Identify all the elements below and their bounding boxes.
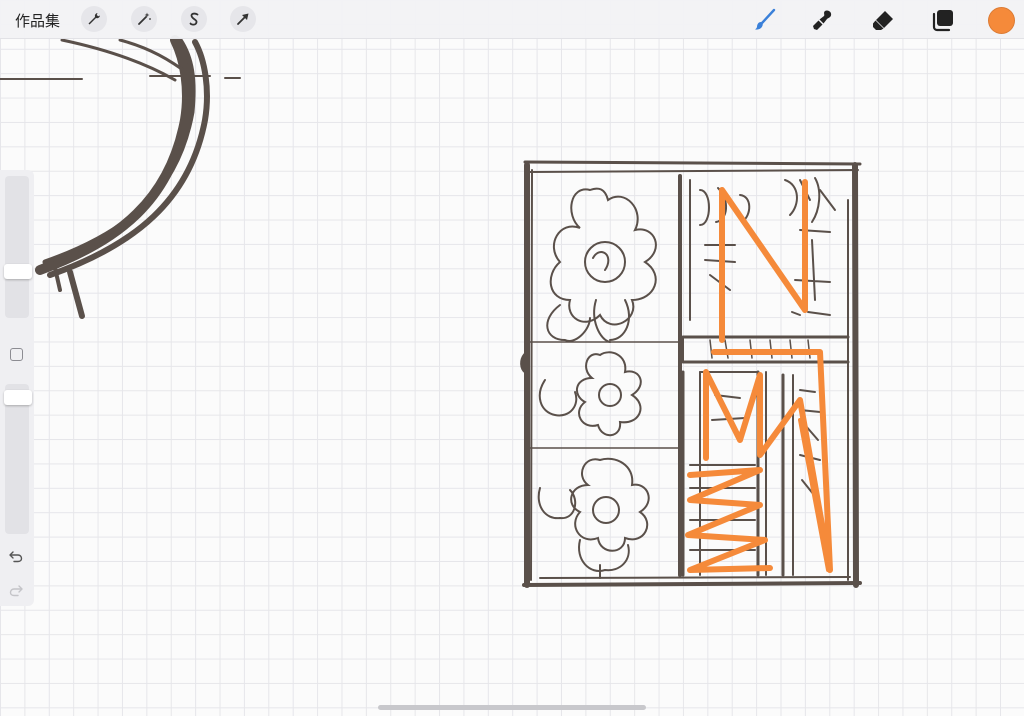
brush-size-handle[interactable] — [4, 264, 32, 279]
sketch-flowers — [537, 187, 657, 579]
actions-button[interactable] — [81, 6, 107, 32]
transform-arrow-icon — [237, 13, 249, 25]
undo-icon — [9, 551, 23, 563]
top-toolbar: 作品集 — [0, 0, 1024, 39]
magic-wand-icon — [138, 12, 151, 25]
opacity-handle[interactable] — [4, 390, 32, 405]
sketch-arc-strokes — [0, 35, 241, 319]
smudge-tool-button[interactable] — [810, 7, 836, 33]
brush-tool-button[interactable] — [752, 7, 778, 33]
eraser-icon — [873, 11, 893, 30]
color-picker-button[interactable] — [988, 7, 1015, 34]
modify-button[interactable] — [10, 348, 23, 361]
smudge-icon — [813, 10, 832, 30]
adjustments-button[interactable] — [131, 6, 157, 32]
opacity-slider[interactable] — [4, 384, 32, 534]
undo-button[interactable] — [8, 548, 24, 567]
drawing-canvas[interactable] — [0, 0, 1024, 716]
layers-icon — [932, 10, 953, 32]
redo-icon — [9, 585, 23, 597]
brush-size-slider[interactable] — [4, 176, 32, 318]
transform-button[interactable] — [230, 6, 256, 32]
gallery-button[interactable]: 作品集 — [15, 10, 60, 31]
selection-button[interactable] — [181, 6, 207, 32]
layers-button[interactable] — [930, 7, 956, 33]
wrench-icon — [88, 13, 100, 25]
brush-icon — [755, 8, 776, 30]
eraser-tool-button[interactable] — [870, 7, 896, 33]
redo-button[interactable] — [8, 582, 24, 601]
home-indicator[interactable] — [378, 705, 646, 710]
left-sidebar — [0, 170, 34, 606]
selection-s-icon — [189, 12, 199, 26]
